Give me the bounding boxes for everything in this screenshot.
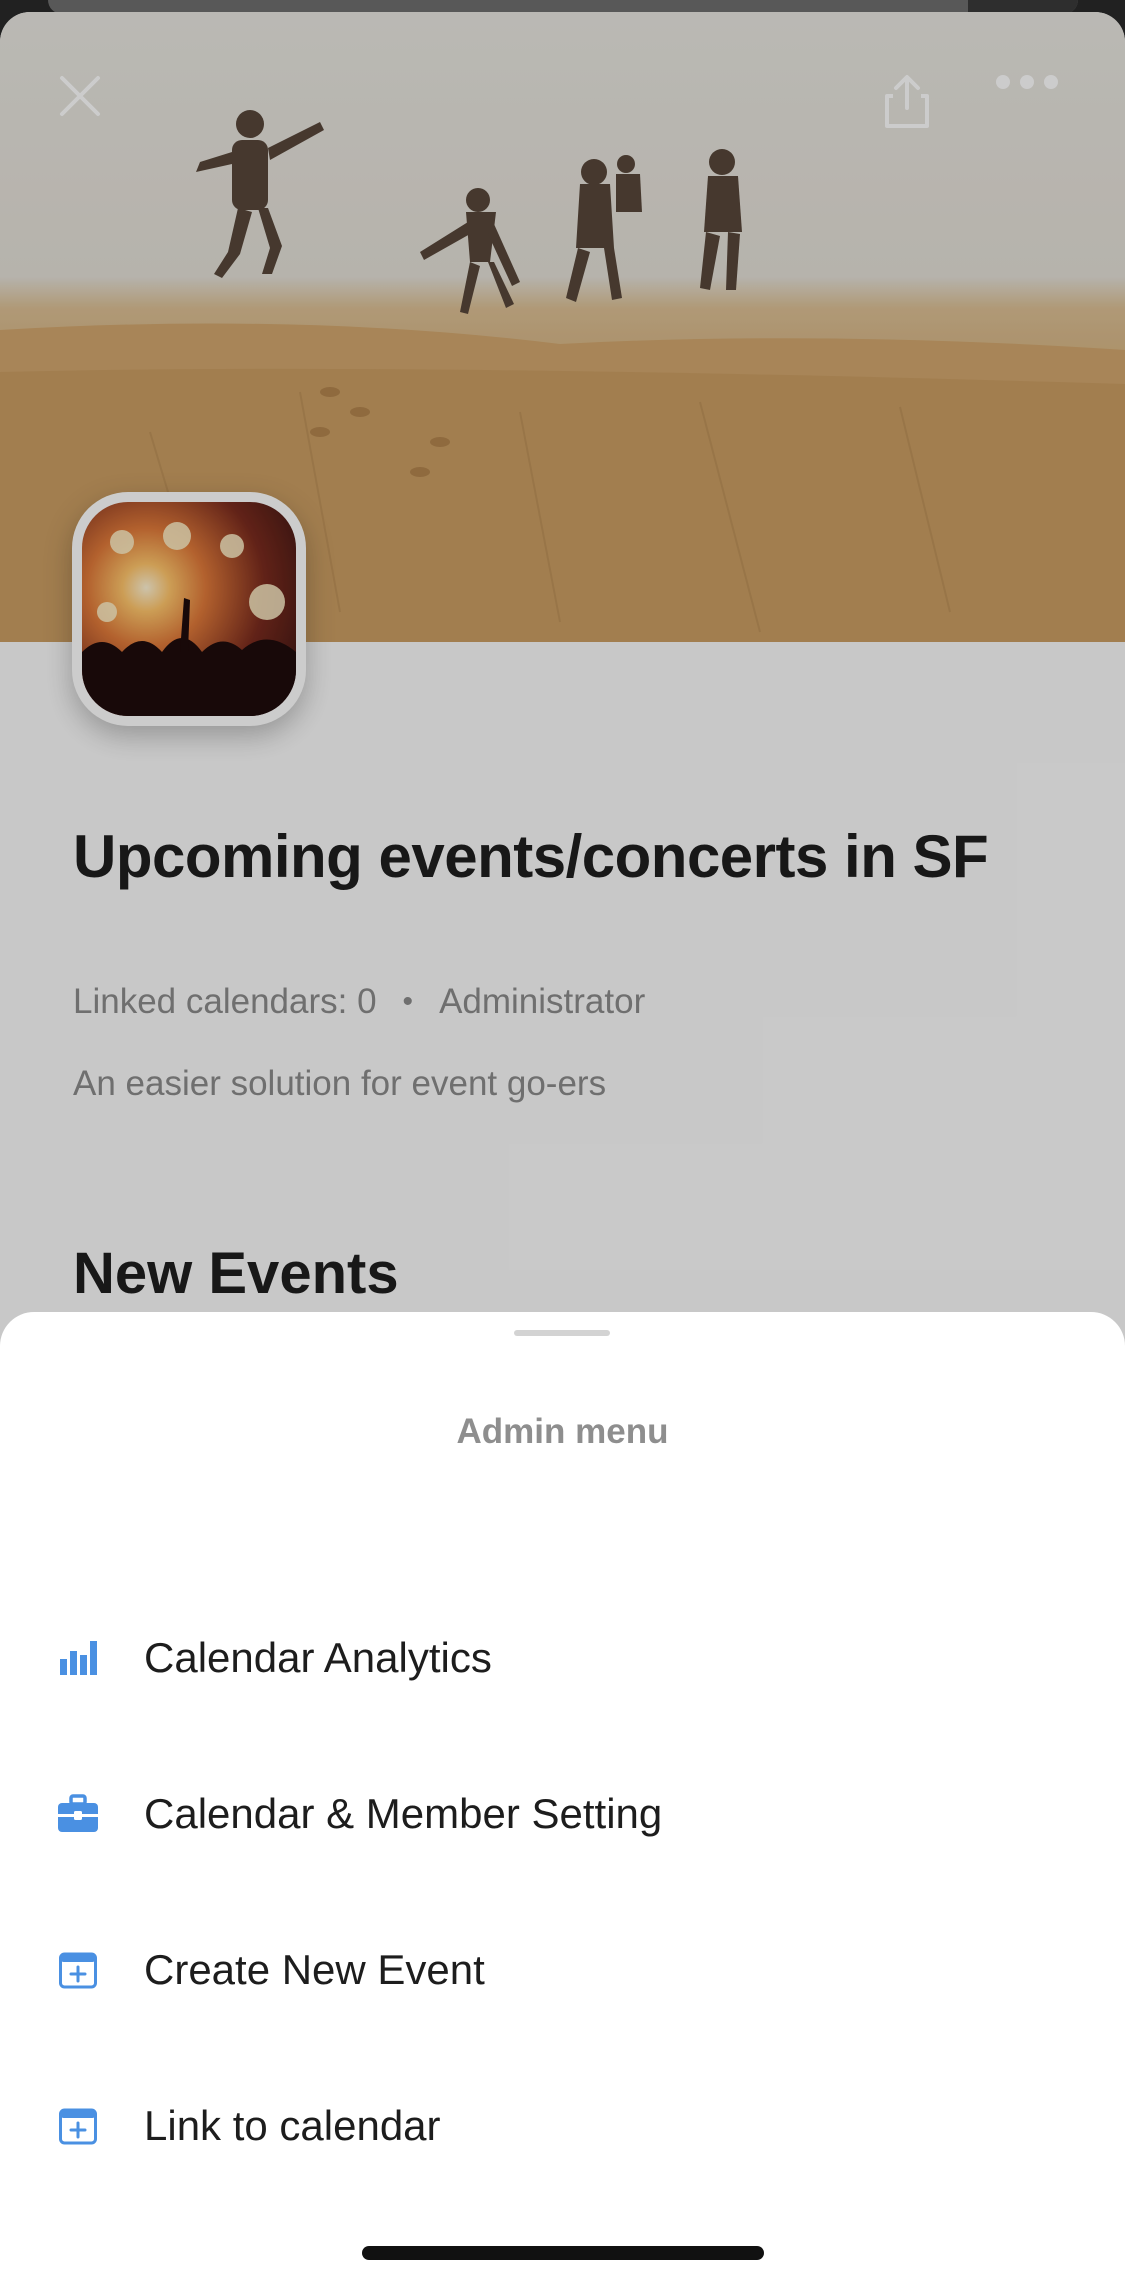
menu-item-label: Calendar Analytics xyxy=(144,1634,492,1681)
calendar-plus-icon xyxy=(54,2102,102,2150)
admin-menu-sheet: Admin menu Calendar Analytics Calendar &… xyxy=(0,1312,1125,2284)
menu-item-link-to-calendar[interactable]: Link to calendar xyxy=(0,2066,1125,2186)
menu-item-calendar-member-setting[interactable]: Calendar & Member Setting xyxy=(0,1754,1125,1874)
home-indicator xyxy=(362,2246,764,2260)
admin-menu-title: Admin menu xyxy=(456,1412,669,1451)
briefcase-icon xyxy=(54,1790,102,1838)
menu-item-calendar-analytics[interactable]: Calendar Analytics xyxy=(0,1598,1125,1718)
bar-chart-icon xyxy=(54,1634,102,1682)
calendar-plus-icon xyxy=(54,1946,102,1994)
screen: Upcoming events/concerts in SF Linked ca… xyxy=(0,0,1125,2284)
menu-item-label: Create New Event xyxy=(144,1946,485,1993)
sheet-grabber[interactable] xyxy=(514,1330,610,1336)
menu-item-create-new-event[interactable]: Create New Event xyxy=(0,1910,1125,2030)
menu-item-label: Calendar & Member Setting xyxy=(144,1790,663,1837)
menu-item-label: Link to calendar xyxy=(144,2102,441,2149)
